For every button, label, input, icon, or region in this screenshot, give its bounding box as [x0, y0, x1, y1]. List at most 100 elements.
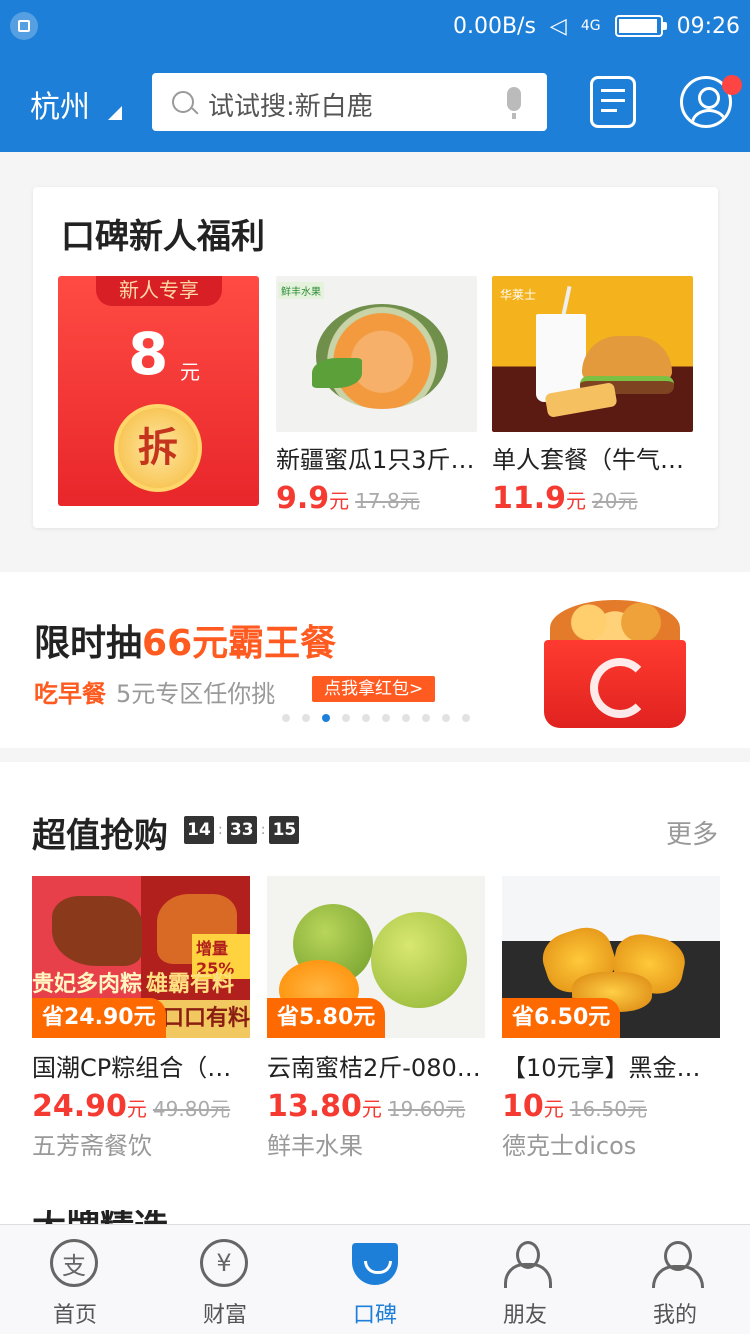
carousel-dot — [442, 714, 450, 722]
orange-shape — [371, 912, 467, 1008]
carousel-dot — [362, 714, 370, 722]
welfare-product[interactable]: 华莱士 单人套餐（牛气… 11.9元 20元 — [492, 276, 693, 516]
mute-icon: ◁ — [549, 13, 567, 39]
banner-title-prefix: 限时抽 — [34, 623, 143, 664]
carousel-dot — [402, 714, 410, 722]
price-unit: 元 — [126, 1097, 147, 1121]
city-selector[interactable]: 杭州 — [30, 82, 90, 126]
box-shape — [544, 640, 686, 728]
product-image: 鲜丰水果 — [276, 276, 477, 432]
product-name: 单人套餐（牛气… — [492, 446, 684, 474]
app-header: 0.00B/s ◁ 4G 09:26 杭州 试试搜:新白鹿 — [0, 0, 750, 152]
deal-image: 省5.80元 — [267, 876, 485, 1038]
clock: 09:26 — [676, 13, 740, 39]
price-unit: 元 — [543, 1097, 564, 1121]
price: 11.9 — [492, 481, 567, 516]
leaf-shape — [312, 358, 362, 388]
more-link[interactable]: 更多 — [666, 814, 718, 851]
get-red-packet-button[interactable]: 点我拿红包> — [312, 676, 436, 702]
melon-shape — [316, 304, 448, 409]
red-packet-tag: 新人专享 — [96, 276, 222, 306]
deal-name: 【10元享】黑金… — [502, 1054, 701, 1082]
savings-badge: 省24.90元 — [32, 998, 166, 1038]
tab-koubei[interactable]: 口碑 — [325, 1239, 425, 1329]
microphone-icon[interactable] — [507, 87, 521, 119]
deal-price-row: 10元 16.50元 — [502, 1089, 720, 1124]
deal-card[interactable]: 省5.80元 云南蜜桔2斤-080… 13.80元 19.60元 鲜丰水果 — [267, 876, 485, 1161]
product-image: 华莱士 — [492, 276, 693, 432]
savings-badge: 省6.50元 — [502, 998, 621, 1038]
red-box-illustration — [530, 592, 700, 732]
bill-icon[interactable] — [590, 76, 636, 128]
search-input[interactable]: 试试搜:新白鹿 — [208, 86, 373, 123]
image-text: 贵妃多肉粽 — [32, 972, 143, 997]
deals-title: 超值抢购 — [32, 816, 168, 856]
yuan-glyph: ¥ — [200, 1239, 248, 1287]
timer-hours: 14 — [184, 816, 214, 844]
friends-icon — [500, 1239, 552, 1289]
next-section-title: 大牌精选 — [32, 1210, 168, 1224]
zongzi-shape — [52, 896, 142, 966]
brand-logo: 华莱士 — [500, 288, 537, 302]
koubei-shape — [352, 1243, 398, 1285]
flash-deals-section: 超值抢购 14 : 33 : 15 更多 增量25% 贵妃多肉粽 雄霸有料粽 口… — [0, 762, 750, 1227]
tab-label: 口碑 — [352, 1303, 397, 1328]
burger-bun-shape — [582, 336, 672, 380]
original-price: 20元 — [592, 489, 638, 513]
tab-wealth[interactable]: ¥ 财富 — [175, 1239, 275, 1329]
product-price-row: 11.9元 20元 — [492, 481, 693, 516]
net-speed: 0.00B/s — [452, 13, 536, 39]
status-right: 0.00B/s ◁ 4G 09:26 — [453, 10, 740, 42]
carousel-dot — [422, 714, 430, 722]
carousel-dot — [462, 714, 470, 722]
search-icon — [172, 91, 194, 113]
deal-card[interactable]: 省6.50元 【10元享】黑金… 10元 16.50元 德克士dicos — [502, 876, 720, 1161]
price: 24.90 — [32, 1089, 127, 1124]
screenshot-icon — [10, 12, 38, 40]
welfare-title: 口碑新人福利 — [61, 217, 265, 257]
tab-home[interactable]: 支 首页 — [25, 1239, 125, 1329]
red-packet-unit: 元 — [180, 360, 200, 384]
banner-sub-text: 5元专区任你挑 — [116, 680, 276, 708]
savings-badge: 省5.80元 — [267, 998, 386, 1038]
deal-image: 省6.50元 — [502, 876, 720, 1038]
alipay-glyph: 支 — [50, 1239, 98, 1287]
deal-price-row: 24.90元 49.80元 — [32, 1089, 250, 1124]
original-price: 17.8元 — [355, 489, 420, 513]
price-unit: 元 — [329, 489, 350, 513]
shop-name: 五芳斋餐饮 — [32, 1132, 152, 1160]
original-price: 49.80元 — [152, 1097, 231, 1121]
open-packet-button[interactable]: 拆 — [114, 404, 202, 492]
product-name: 新疆蜜瓜1只3斤… — [276, 446, 475, 474]
carousel-dot — [382, 714, 390, 722]
promo-banner[interactable]: 限时抽66元霸王餐 吃早餐 5元专区任你挑 点我拿红包> — [0, 572, 750, 748]
carousel-dot — [322, 714, 330, 722]
red-packet[interactable]: 新人专享 8 元 拆 — [58, 276, 259, 506]
price: 9.9 — [276, 481, 330, 516]
original-price: 19.60元 — [387, 1097, 466, 1121]
city-caret-icon — [108, 106, 122, 120]
tab-friends[interactable]: 朋友 — [475, 1239, 575, 1329]
tab-label: 首页 — [52, 1303, 97, 1328]
product-price-row: 9.9元 17.8元 — [276, 481, 477, 516]
timer-minutes: 33 — [226, 816, 257, 844]
red-packet-amount: 8 — [128, 320, 169, 388]
welfare-product[interactable]: 鲜丰水果 新疆蜜瓜1只3斤… 9.9元 17.8元 — [276, 276, 477, 516]
koubei-icon — [350, 1239, 400, 1289]
carousel-dot — [302, 714, 310, 722]
yuan-icon: ¥ — [200, 1239, 250, 1289]
shop-name: 鲜丰水果 — [267, 1132, 363, 1160]
price-unit: 元 — [566, 489, 587, 513]
shop-name: 德克士dicos — [502, 1132, 637, 1160]
tab-me[interactable]: 我的 — [625, 1239, 725, 1329]
banner-title: 限时抽66元霸王餐 — [34, 614, 336, 666]
search-bar[interactable]: 试试搜:新白鹿 — [152, 73, 547, 131]
carousel-dot — [342, 714, 350, 722]
carousel-dot — [282, 714, 290, 722]
status-bar: 0.00B/s ◁ 4G 09:26 — [0, 0, 750, 52]
tab-label: 财富 — [202, 1303, 247, 1328]
banner-sub-highlight: 吃早餐 — [34, 680, 106, 708]
alipay-icon: 支 — [50, 1239, 100, 1289]
price: 10 — [502, 1089, 544, 1124]
deal-card[interactable]: 增量25% 贵妃多肉粽 雄霸有料粽 口口有料 省24.90元 国潮CP粽组合（…… — [32, 876, 250, 1161]
